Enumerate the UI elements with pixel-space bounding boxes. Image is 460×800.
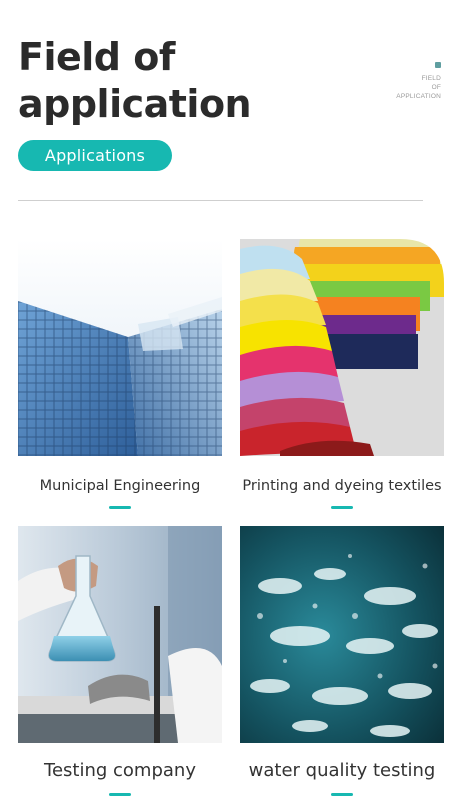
colored-fabric-stack-image <box>240 239 444 456</box>
page-title: Field of application <box>18 34 252 128</box>
corner-caption: FIELD OF APPLICATION <box>396 62 441 101</box>
accent-bar <box>109 793 131 796</box>
accent-bar <box>109 506 131 509</box>
laboratory-flask-image <box>18 526 222 743</box>
card-label: water quality testing <box>248 760 436 781</box>
card-label: Municipal Engineering <box>39 478 201 494</box>
card-printing-dyeing-textiles[interactable]: Printing and dyeing textiles <box>240 239 444 509</box>
section-divider <box>18 200 423 201</box>
title-line-1: Field of <box>18 35 175 79</box>
card-testing-company[interactable]: Testing company <box>18 526 222 796</box>
card-label: Testing company <box>44 760 196 781</box>
corner-text-1: FIELD <box>421 75 441 82</box>
corner-text-2: OF <box>431 84 441 91</box>
applications-button[interactable]: Applications <box>18 140 172 171</box>
card-label: Printing and dyeing textiles <box>242 478 442 494</box>
card-municipal-engineering[interactable]: Municipal Engineering <box>18 239 222 509</box>
card-water-quality-testing[interactable]: water quality testing <box>240 526 444 796</box>
ocean-water-image <box>240 526 444 743</box>
accent-bar <box>331 506 353 509</box>
accent-bar <box>331 793 353 796</box>
corner-text-3: APPLICATION <box>396 93 441 100</box>
corner-decoration-icon <box>435 62 441 68</box>
glass-skyscraper-image <box>18 239 222 456</box>
title-line-2: application <box>18 82 252 126</box>
